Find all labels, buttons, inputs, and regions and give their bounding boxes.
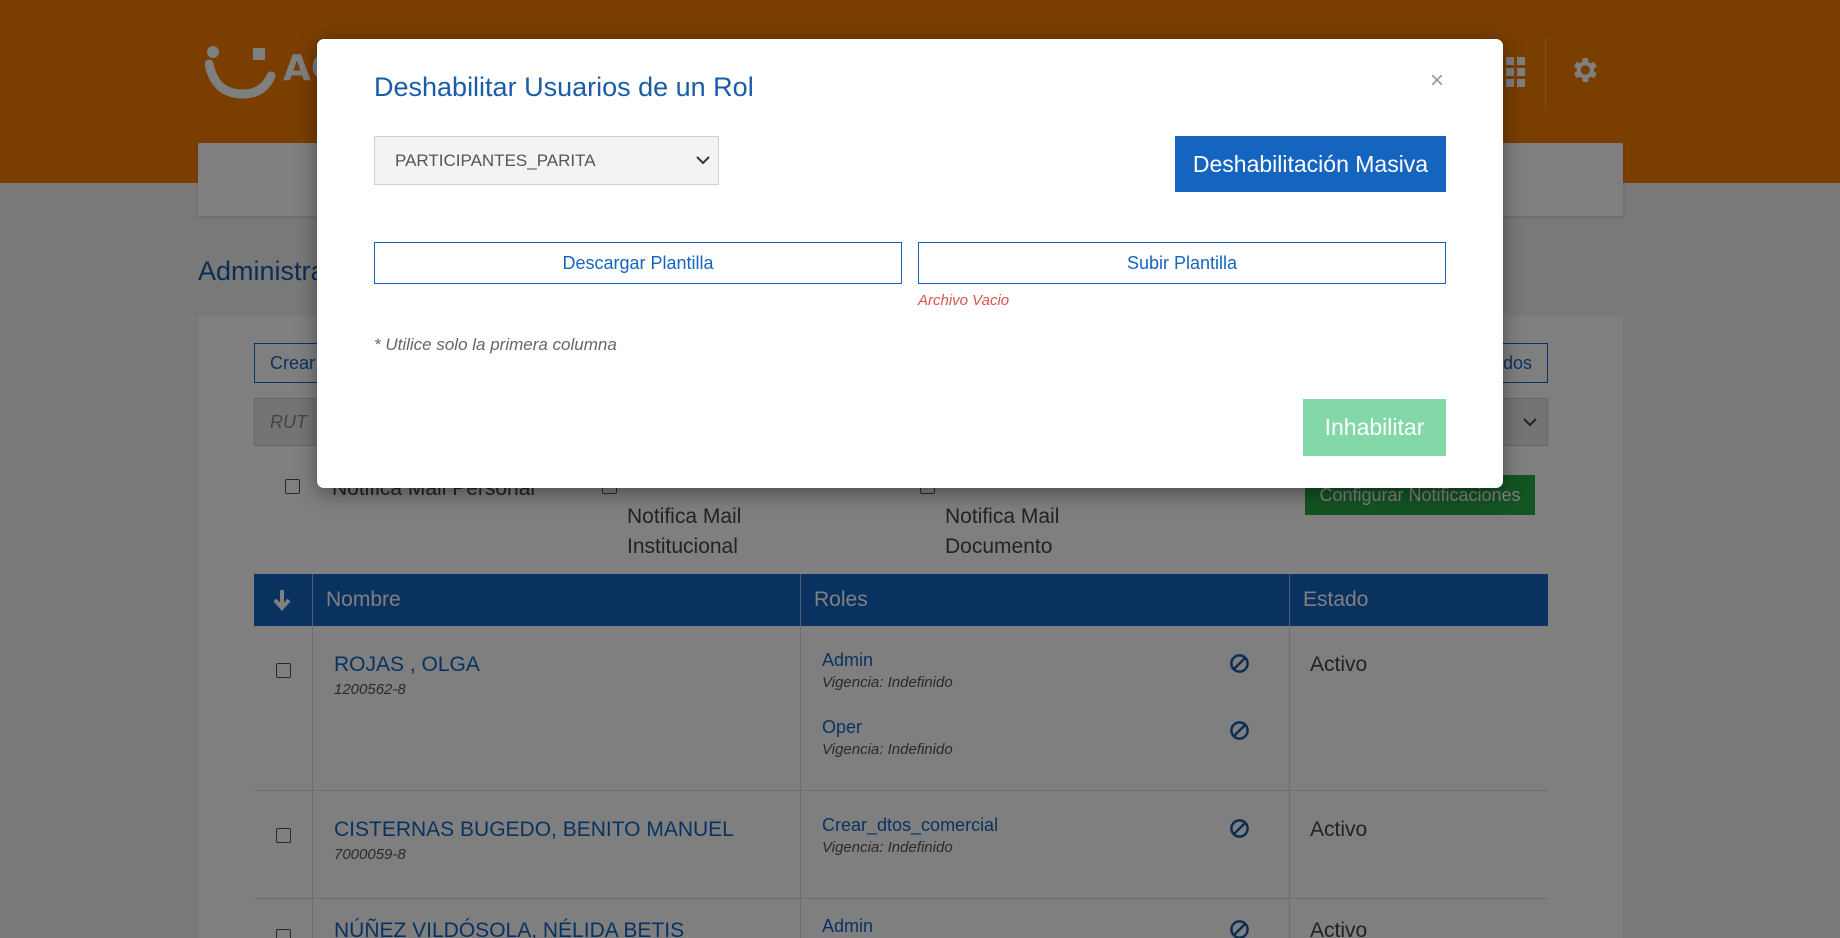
descargar-plantilla-button[interactable]: Descargar Plantilla <box>374 242 902 284</box>
role-select-value: PARTICIPANTES_PARITA <box>395 150 596 170</box>
column-hint: * Utilice solo la primera columna <box>374 335 617 354</box>
modal-title: Deshabilitar Usuarios de un Rol <box>374 72 754 102</box>
chevron-down-icon <box>696 156 710 165</box>
inhabilitar-button[interactable]: Inhabilitar <box>1303 399 1446 456</box>
role-select[interactable]: PARTICIPANTES_PARITA <box>374 136 719 185</box>
deshabilitacion-masiva-button[interactable]: Deshabilitación Masiva <box>1175 136 1446 192</box>
file-error-message: Archivo Vacio <box>918 292 1010 309</box>
deshabilitar-modal: Deshabilitar Usuarios de un Rol × PARTIC… <box>317 39 1503 488</box>
subir-plantilla-button[interactable]: Subir Plantilla <box>918 242 1446 284</box>
close-icon[interactable]: × <box>1425 69 1449 93</box>
